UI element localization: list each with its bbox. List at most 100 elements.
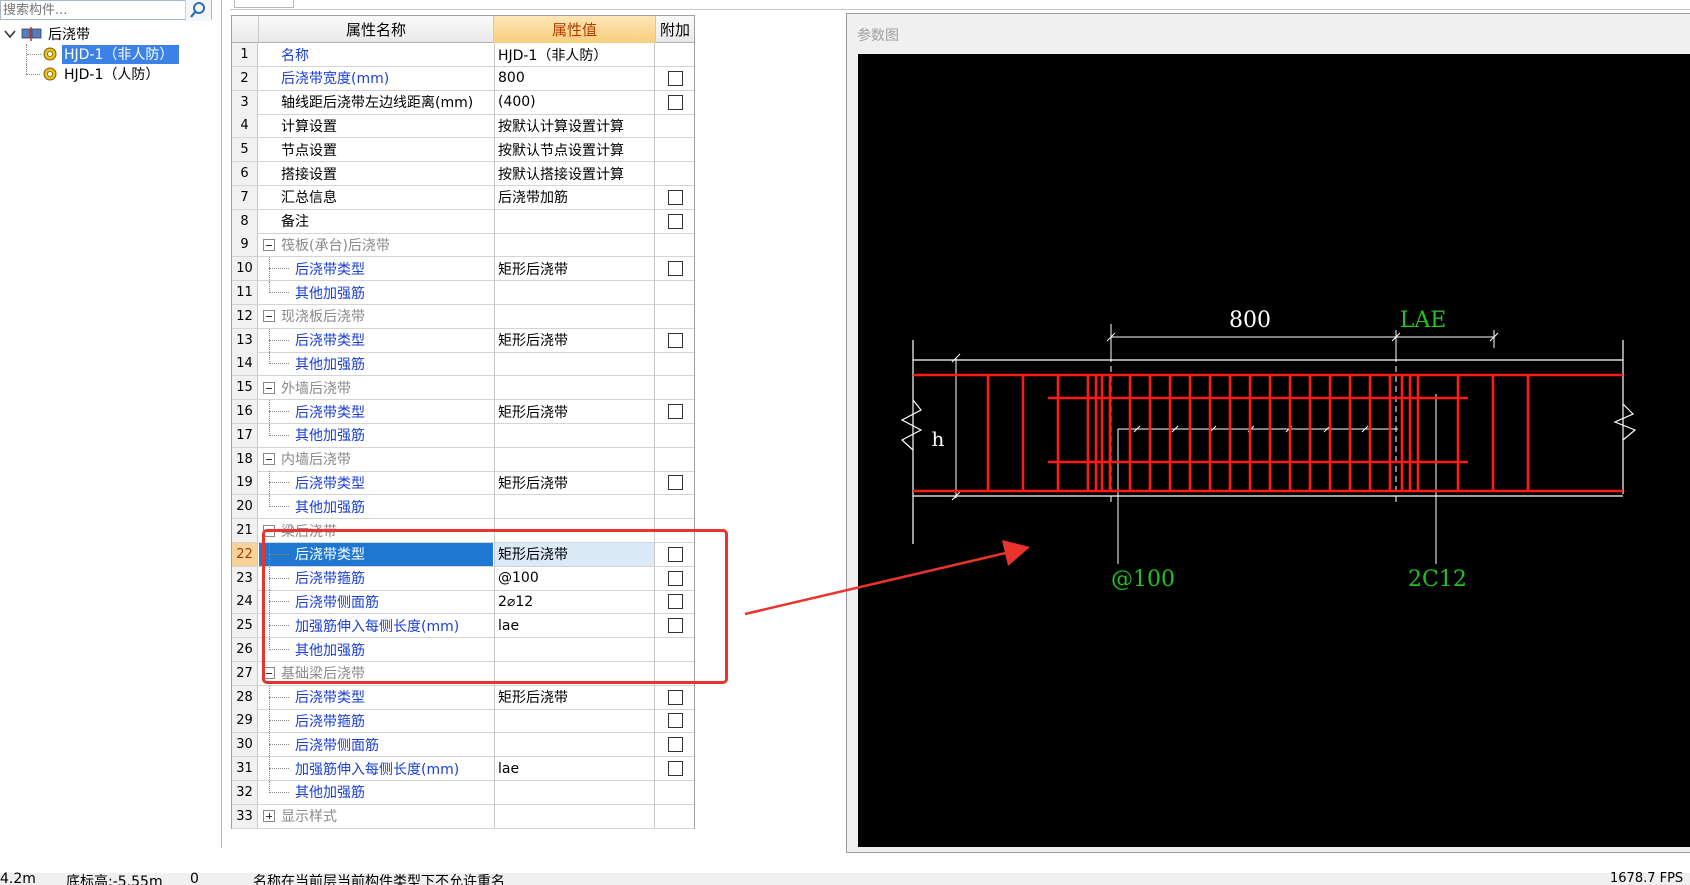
tree-item[interactable]: HJD-1（人防） [26, 64, 159, 84]
grid-row[interactable]: 15 外墙后浇带 [232, 376, 694, 401]
property-name[interactable]: 筏板(承台)后浇带 [259, 233, 493, 256]
property-value[interactable]: 后浇带加筋 [494, 185, 655, 209]
grid-row[interactable]: 7 汇总信息 后浇带加筋 [232, 185, 694, 210]
property-name[interactable]: 显示样式 [259, 805, 493, 828]
grid-row[interactable]: 16 后浇带类型 矩形后浇带 [232, 400, 694, 424]
tree-item[interactable]: HJD-1（非人防） [26, 44, 180, 64]
header-property-value[interactable]: 属性值 [494, 16, 656, 43]
extra-checkbox[interactable] [667, 189, 683, 205]
property-value[interactable]: 800 [494, 66, 655, 90]
property-value[interactable] [494, 804, 655, 828]
grid-row[interactable]: 3 轴线距后浇带左边线距离(mm) (400) [232, 90, 694, 115]
property-value[interactable] [494, 495, 655, 519]
collapse-icon[interactable] [263, 381, 275, 394]
property-name[interactable]: 后浇带类型 [259, 685, 493, 709]
property-name[interactable]: 现浇板后浇带 [259, 305, 493, 328]
expand-icon[interactable] [263, 810, 275, 823]
grid-row[interactable]: 4 计算设置 按默认计算设置计算 [232, 114, 694, 139]
property-name[interactable]: 其他加强筋 [259, 423, 493, 447]
collapse-icon[interactable] [263, 453, 275, 466]
tab-property-editor[interactable] [234, 0, 294, 8]
property-name[interactable]: 后浇带类型 [259, 257, 493, 281]
property-name[interactable]: 加强筋伸入每侧长度(mm) [259, 757, 493, 780]
tree-root-row[interactable]: 后浇带 [0, 24, 90, 44]
grid-row[interactable]: 2 后浇带宽度(mm) 800 [232, 66, 694, 91]
extra-checkbox[interactable] [667, 261, 683, 277]
grid-row[interactable]: 6 搭接设置 按默认搭接设置计算 [232, 162, 694, 186]
extra-checkbox[interactable] [667, 404, 683, 419]
grid-row[interactable]: 30 后浇带侧面筋 [232, 733, 694, 758]
extra-checkbox[interactable] [667, 332, 683, 348]
property-name[interactable]: 内墙后浇带 [259, 448, 493, 471]
grid-row[interactable]: 32 其他加强筋 [232, 780, 694, 805]
property-value[interactable] [494, 209, 655, 233]
property-value[interactable] [494, 304, 655, 328]
grid-row[interactable]: 9 筏板(承台)后浇带 [232, 233, 694, 258]
search-input[interactable] [3, 0, 183, 20]
property-value[interactable]: 按默认节点设置计算 [494, 138, 655, 162]
extra-checkbox[interactable] [667, 689, 683, 705]
extra-checkbox[interactable] [667, 70, 683, 86]
extra-checkbox[interactable] [667, 213, 683, 229]
header-property-name[interactable]: 属性名称 [259, 16, 494, 43]
property-value[interactable]: 矩形后浇带 [494, 685, 655, 709]
property-value[interactable]: lae [494, 757, 655, 780]
property-value[interactable]: 矩形后浇带 [494, 400, 655, 423]
grid-row[interactable]: 17 其他加强筋 [232, 423, 694, 448]
property-value[interactable]: 按默认计算设置计算 [494, 114, 655, 138]
property-name[interactable]: 备注 [259, 210, 493, 233]
property-value[interactable] [494, 423, 655, 447]
extra-checkbox[interactable] [667, 737, 683, 753]
property-name[interactable]: 后浇带类型 [259, 400, 493, 423]
property-name[interactable]: 名称 [259, 43, 493, 66]
property-name[interactable]: 汇总信息 [259, 186, 493, 209]
grid-row[interactable]: 33 显示样式 [232, 804, 694, 829]
grid-row[interactable]: 20 其他加强筋 [232, 495, 694, 520]
extra-checkbox[interactable] [667, 94, 683, 110]
extra-checkbox[interactable] [667, 761, 683, 776]
property-value[interactable]: 矩形后浇带 [494, 328, 655, 352]
grid-row[interactable]: 11 其他加强筋 [232, 281, 694, 305]
grid-row[interactable]: 29 后浇带箍筋 [232, 709, 694, 734]
property-value[interactable] [494, 709, 655, 733]
grid-row[interactable]: 13 后浇带类型 矩形后浇带 [232, 328, 694, 353]
property-value[interactable] [494, 780, 655, 804]
property-name[interactable]: 其他加强筋 [259, 495, 493, 518]
property-value[interactable] [494, 733, 655, 757]
property-value[interactable] [494, 376, 655, 400]
property-name[interactable]: 后浇带侧面筋 [259, 733, 493, 757]
grid-row[interactable]: 19 后浇带类型 矩形后浇带 [232, 471, 694, 496]
property-name[interactable]: 后浇带类型 [259, 328, 493, 352]
search-button[interactable] [185, 0, 211, 21]
property-name[interactable]: 其他加强筋 [259, 780, 493, 804]
property-value[interactable] [494, 233, 655, 257]
property-name[interactable]: 节点设置 [259, 138, 493, 161]
property-value[interactable]: (400) [494, 90, 655, 114]
property-name[interactable]: 后浇带宽度(mm) [259, 67, 493, 90]
collapse-icon[interactable] [263, 238, 275, 251]
property-name[interactable]: 搭接设置 [259, 162, 493, 185]
grid-row[interactable]: 1 名称 HJD-1（非人防） [232, 43, 694, 67]
property-value[interactable]: 矩形后浇带 [494, 471, 655, 495]
grid-row[interactable]: 28 后浇带类型 矩形后浇带 [232, 685, 694, 710]
grid-row[interactable]: 5 节点设置 按默认节点设置计算 [232, 138, 694, 163]
property-value[interactable]: 按默认搭接设置计算 [494, 162, 655, 185]
header-extra[interactable]: 附加 [656, 16, 694, 43]
chevron-down-icon[interactable] [2, 26, 18, 42]
property-name[interactable]: 后浇带类型 [259, 471, 493, 495]
property-name[interactable]: 其他加强筋 [259, 281, 493, 304]
extra-checkbox[interactable] [667, 713, 683, 729]
property-name[interactable]: 外墙后浇带 [259, 376, 493, 399]
grid-row[interactable]: 10 后浇带类型 矩形后浇带 [232, 257, 694, 282]
property-value[interactable]: 矩形后浇带 [494, 257, 655, 281]
property-value[interactable] [494, 352, 655, 376]
collapse-icon[interactable] [263, 310, 275, 323]
property-value[interactable] [494, 447, 655, 471]
property-value[interactable]: HJD-1（非人防） [494, 43, 655, 66]
grid-row[interactable]: 31 加强筋伸入每侧长度(mm) lae [232, 757, 694, 781]
extra-checkbox[interactable] [667, 475, 683, 491]
grid-row[interactable]: 18 内墙后浇带 [232, 447, 694, 472]
property-name[interactable]: 其他加强筋 [259, 352, 493, 375]
grid-row[interactable]: 14 其他加强筋 [232, 352, 694, 377]
grid-row[interactable]: 12 现浇板后浇带 [232, 304, 694, 329]
